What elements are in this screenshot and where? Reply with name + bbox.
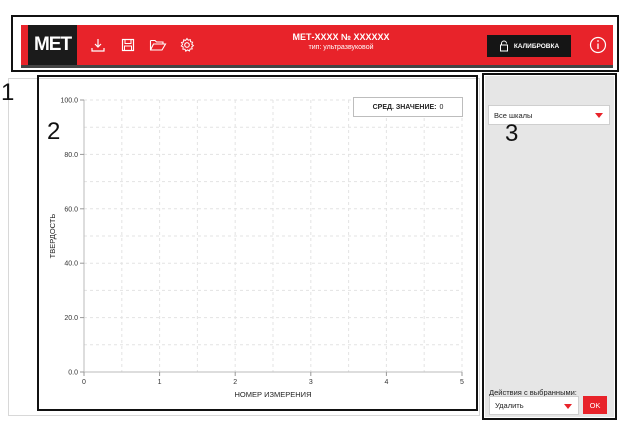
annotation-frame-sidebar xyxy=(482,73,617,420)
annotation-label-sidebar: 3 xyxy=(505,120,519,147)
annotation-label-header: 1 xyxy=(1,79,15,106)
annotation-label-chart: 2 xyxy=(47,118,61,145)
annotation-frame-chart xyxy=(37,75,478,411)
annotation-frame-header xyxy=(11,15,619,72)
